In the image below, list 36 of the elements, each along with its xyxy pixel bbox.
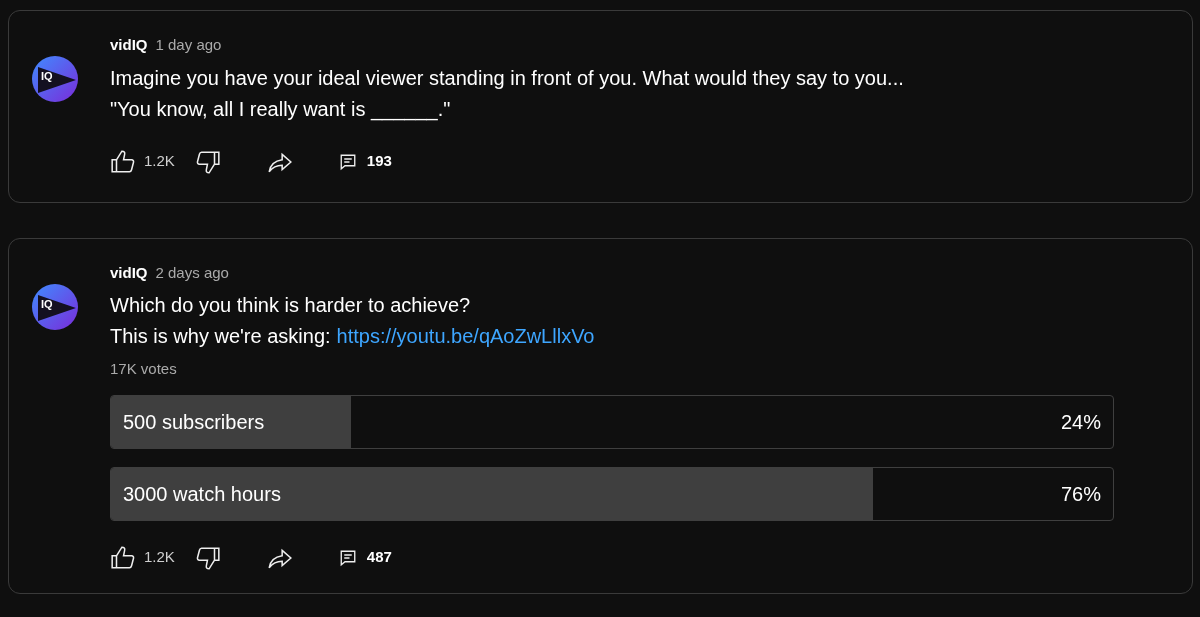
vote-count: 17K votes [110, 359, 178, 379]
dislike-button[interactable] [194, 544, 221, 571]
channel-avatar[interactable]: IQ [32, 283, 78, 330]
dislike-button[interactable] [194, 148, 221, 175]
thumbs-down-icon [194, 544, 221, 571]
author-name[interactable]: vidIQ [110, 261, 148, 284]
post-time[interactable]: 2 days ago [155, 261, 229, 284]
option-percent: 24% [1060, 409, 1101, 435]
video-link[interactable]: https://youtu.be/qAoZwLllxVo [336, 321, 595, 352]
comment-icon [338, 548, 357, 567]
play-logo-icon [38, 294, 76, 321]
post-time[interactable]: 1 day ago [155, 34, 222, 57]
comments-button[interactable]: 487 [338, 546, 392, 569]
poll-option[interactable]: 3000 watch hours 76% [110, 466, 1114, 521]
avatar-logo-text: IQ [41, 71, 53, 82]
avatar-logo-text: IQ [41, 298, 53, 310]
poll-option[interactable]: 500 subscribers 24% [110, 394, 1114, 449]
thumbs-down-icon [194, 148, 221, 175]
like-count: 1.2K [144, 547, 175, 568]
comments-button[interactable]: 193 [338, 150, 392, 173]
option-label: 3000 watch hours [123, 481, 281, 507]
like-button[interactable] [110, 148, 136, 175]
post-text: Which do you think is harder to achieve? [110, 293, 471, 318]
post-text: Imagine you have your ideal viewer standing in front of you. What would they say to you... [110, 65, 904, 91]
thumbs-up-icon [110, 148, 136, 175]
like-count: 1.2K [144, 151, 175, 172]
post-text: "You know, all I really want is ______." [110, 96, 451, 123]
comment-icon [338, 152, 357, 171]
like-button[interactable] [110, 544, 136, 571]
option-label: 500 subscribers [123, 409, 265, 435]
option-percent: 76% [1060, 481, 1101, 507]
post-text: This is why we're asking: [110, 324, 331, 349]
play-logo-icon [38, 67, 76, 93]
thumbs-up-icon [110, 544, 136, 571]
author-name[interactable]: vidIQ [110, 34, 148, 57]
channel-avatar[interactable]: IQ [32, 56, 78, 102]
